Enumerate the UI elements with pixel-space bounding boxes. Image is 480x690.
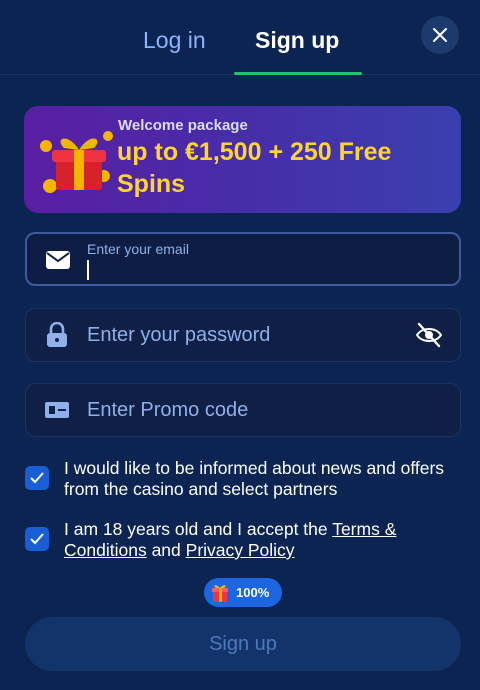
- age-consent-prefix: I am 18 years old and I accept the: [64, 519, 333, 539]
- bonus-percent: 100%: [236, 585, 270, 600]
- close-button[interactable]: [421, 16, 459, 54]
- gift-icon: [212, 584, 228, 602]
- tab-signup[interactable]: Sign up: [255, 26, 339, 54]
- banner-subtitle: Welcome package: [118, 117, 248, 134]
- email-label: Enter your email: [87, 241, 189, 257]
- promo-field[interactable]: Enter Promo code: [25, 383, 461, 437]
- email-field[interactable]: Enter your email: [25, 232, 461, 286]
- banner-offer: up to €1,500 + 250 Free Spins: [117, 138, 392, 198]
- password-field[interactable]: Enter your password: [25, 308, 461, 362]
- signup-submit-button[interactable]: Sign up: [25, 617, 461, 671]
- gift-icon: [40, 131, 113, 193]
- text-caret: [87, 260, 89, 280]
- lock-icon: [44, 322, 70, 348]
- welcome-banner: Welcome package up to €1,500 + 250 Free …: [24, 106, 461, 213]
- age-consent-and: and: [146, 540, 186, 560]
- password-placeholder: Enter your password: [87, 324, 271, 346]
- news-consent-text: I would like to be informed about news a…: [64, 458, 445, 499]
- envelope-icon: [45, 247, 71, 273]
- news-checkbox[interactable]: [25, 466, 49, 490]
- active-tab-indicator: [234, 72, 362, 75]
- check-icon: [30, 472, 44, 484]
- check-icon: [30, 533, 44, 545]
- tab-login[interactable]: Log in: [143, 26, 206, 54]
- auth-tabs: Log in Sign up: [0, 0, 480, 75]
- privacy-link[interactable]: Privacy Policy: [186, 540, 295, 560]
- age-checkbox[interactable]: [25, 527, 49, 551]
- eye-off-icon[interactable]: [414, 321, 444, 349]
- close-icon: [433, 28, 447, 42]
- promo-placeholder: Enter Promo code: [87, 399, 249, 421]
- bonus-badge: 100%: [204, 578, 282, 607]
- age-consent-text: I am 18 years old and I accept the Terms…: [64, 519, 459, 561]
- ticket-icon: [44, 397, 70, 423]
